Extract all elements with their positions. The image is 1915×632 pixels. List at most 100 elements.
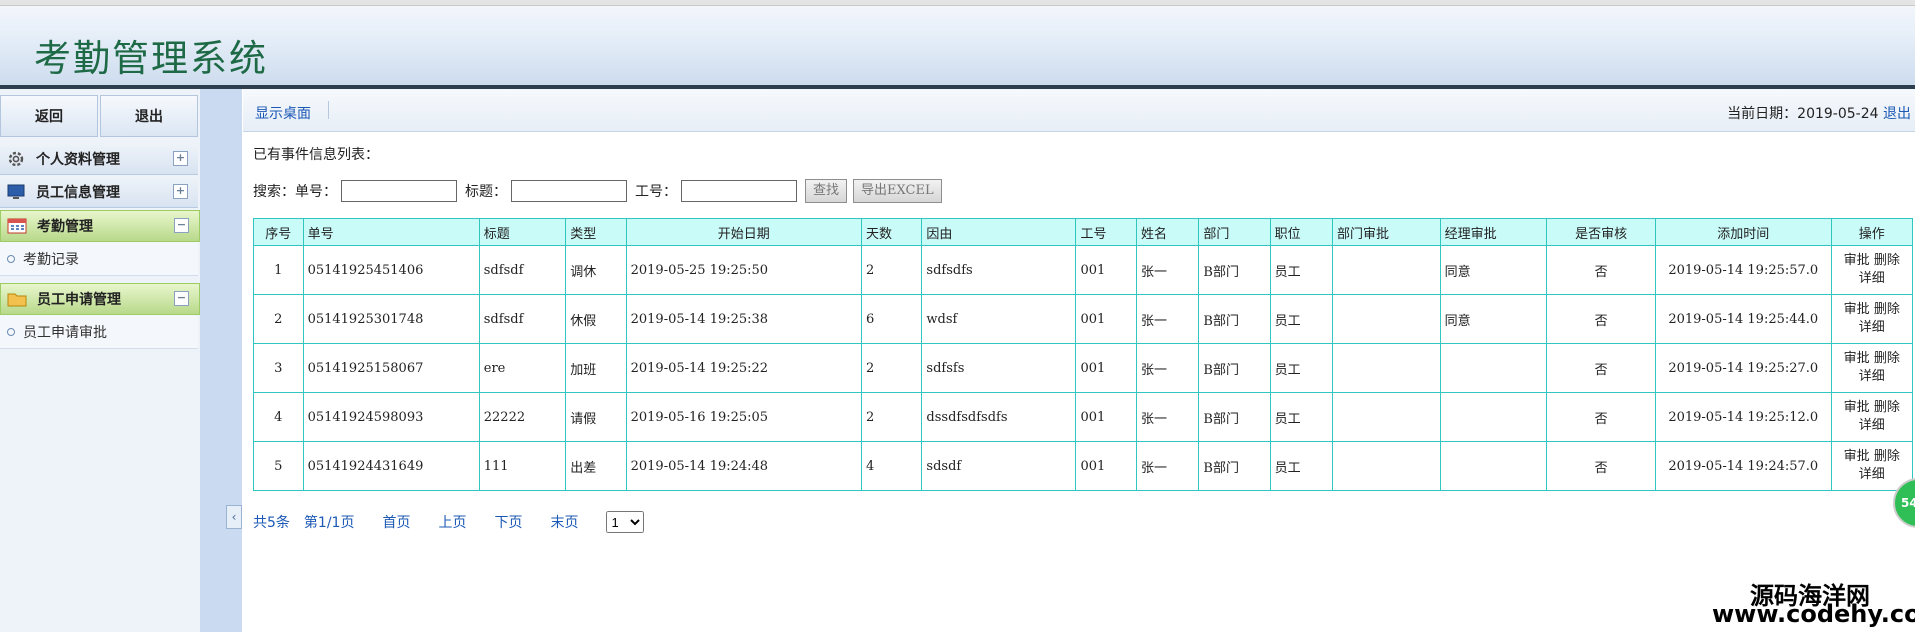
menu-personal-profile[interactable]: 个人资料管理 +	[0, 144, 198, 175]
events-table: 序号 单号 标题 类型 开始日期 天数 因由 工号 姓名 部门 职位 部门审批 …	[253, 218, 1914, 491]
subject-input[interactable]	[511, 180, 627, 202]
approve-link[interactable]: 审批	[1844, 302, 1870, 317]
calendar-icon	[7, 217, 29, 235]
sidebar-item-attendance-record[interactable]: 考勤记录	[0, 242, 198, 276]
menu-label: 员工申请管理	[37, 292, 121, 308]
cell-added-time: 2019-05-14 19:25:57.0	[1655, 245, 1832, 295]
employee-no-input[interactable]	[681, 180, 797, 202]
sidebar-item-apply-review[interactable]: 员工申请审批	[0, 315, 198, 349]
cell-type: 出差	[565, 441, 627, 491]
menu-employee-apply[interactable]: 员工申请管理 −	[0, 283, 200, 315]
table-row: 5 05141924431649 111 出差 2019-05-14 19:24…	[253, 441, 1914, 491]
detail-link[interactable]: 详细	[1859, 320, 1885, 335]
watermark-url: www.codehy.com	[1712, 600, 1915, 628]
approve-link[interactable]: 审批	[1844, 351, 1870, 366]
cell-name: 张一	[1136, 294, 1200, 344]
detail-link[interactable]: 详细	[1859, 369, 1885, 384]
cell-reviewed: 否	[1546, 294, 1657, 344]
cell-actions: 审批 删除详细	[1830, 392, 1914, 442]
delete-link[interactable]: 删除	[1874, 400, 1900, 415]
expand-icon[interactable]: +	[173, 151, 188, 166]
delete-link[interactable]: 删除	[1874, 302, 1900, 317]
delete-link[interactable]: 删除	[1874, 253, 1900, 268]
cell-added-time: 2019-05-14 19:25:12.0	[1655, 392, 1832, 442]
cell-actions: 审批 删除详细	[1830, 294, 1914, 344]
cell-seq: 3	[253, 343, 304, 393]
column-header: 因由	[921, 218, 1077, 246]
cell-position: 员工	[1269, 294, 1334, 344]
next-page-link[interactable]: 下页	[494, 512, 522, 532]
cell-position: 员工	[1269, 245, 1334, 295]
cell-start-date: 2019-05-14 19:24:48	[625, 441, 863, 491]
top-bar: 显示桌面 当前日期：2019-05-24 退出	[243, 89, 1915, 132]
column-header: 添加时间	[1655, 218, 1832, 246]
approve-link[interactable]: 审批	[1844, 400, 1870, 415]
cell-days: 2	[861, 343, 923, 393]
menu-label: 个人资料管理	[36, 152, 120, 168]
page-select[interactable]: 1	[606, 511, 645, 533]
show-desktop-link[interactable]: 显示桌面	[255, 103, 311, 123]
table-row: 3 05141925158067 ere 加班 2019-05-14 19:25…	[253, 343, 1914, 393]
back-button[interactable]: 返回	[0, 95, 98, 137]
cell-days: 4	[861, 441, 923, 491]
chevron-left-icon[interactable]: ‹	[226, 505, 242, 529]
table-header-row: 序号 单号 标题 类型 开始日期 天数 因由 工号 姓名 部门 职位 部门审批 …	[253, 218, 1914, 246]
cell-type: 休假	[565, 294, 627, 344]
date-label: 当前日期：	[1727, 106, 1798, 122]
cell-order-no: 05141924431649	[302, 441, 480, 491]
cell-dept-approval	[1332, 245, 1441, 295]
cell-subject: sdfsdf	[478, 294, 567, 344]
cell-reviewed: 否	[1546, 343, 1657, 393]
cell-manager-approval	[1439, 441, 1548, 491]
search-button[interactable]: 查找	[805, 179, 848, 203]
total-count: 共5条	[253, 515, 290, 531]
cell-dept-approval	[1332, 441, 1441, 491]
detail-link[interactable]: 详细	[1859, 467, 1885, 482]
gear-icon	[6, 150, 28, 168]
delete-link[interactable]: 删除	[1874, 351, 1900, 366]
cell-position: 员工	[1269, 392, 1334, 442]
logout-link[interactable]: 退出	[1883, 106, 1911, 122]
detail-link[interactable]: 详细	[1859, 271, 1885, 286]
cell-employee-no: 001	[1075, 343, 1138, 393]
order-no-label: 单号：	[295, 184, 337, 200]
cell-employee-no: 001	[1075, 294, 1138, 344]
cell-actions: 审批 删除详细	[1830, 245, 1914, 295]
last-page-link[interactable]: 末页	[550, 512, 578, 532]
cell-position: 员工	[1269, 343, 1334, 393]
cell-type: 请假	[565, 392, 627, 442]
list-title: 已有事件信息列表：	[253, 147, 379, 163]
export-excel-button[interactable]: 导出EXCEL	[853, 179, 942, 203]
cell-name: 张一	[1136, 441, 1200, 491]
first-page-link[interactable]: 首页	[382, 512, 410, 532]
cell-type: 调休	[565, 245, 627, 295]
collapse-icon[interactable]: −	[174, 291, 189, 306]
cell-reason: sdsdf	[921, 441, 1077, 491]
cell-start-date: 2019-05-25 19:25:50	[625, 245, 863, 295]
current-date: 当前日期：2019-05-24 退出	[1727, 103, 1911, 123]
cell-order-no: 05141925301748	[302, 294, 480, 344]
detail-link[interactable]: 详细	[1859, 418, 1885, 433]
sidebar-logout-button[interactable]: 退出	[100, 95, 198, 137]
browser-top-strip	[0, 0, 1915, 6]
menu-employee-info[interactable]: 员工信息管理 +	[0, 177, 198, 208]
cell-days: 6	[861, 294, 923, 344]
prev-page-link[interactable]: 上页	[438, 512, 466, 532]
cell-start-date: 2019-05-14 19:25:38	[625, 294, 863, 344]
cell-reviewed: 否	[1546, 245, 1657, 295]
cell-manager-approval	[1439, 343, 1548, 393]
delete-link[interactable]: 删除	[1874, 449, 1900, 464]
cell-dept-approval	[1332, 294, 1441, 344]
menu-attendance[interactable]: 考勤管理 −	[0, 210, 200, 242]
cell-days: 2	[861, 392, 923, 442]
bullet-icon	[7, 327, 15, 336]
approve-link[interactable]: 审批	[1844, 449, 1870, 464]
sidebar-top-buttons: 返回 退出	[0, 95, 198, 137]
cell-seq: 2	[253, 294, 304, 344]
folder-icon	[7, 290, 29, 308]
table-row: 1 05141925451406 sdfsdf 调休 2019-05-25 19…	[253, 245, 1914, 295]
approve-link[interactable]: 审批	[1844, 253, 1870, 268]
expand-icon[interactable]: +	[173, 184, 188, 199]
collapse-icon[interactable]: −	[174, 218, 189, 233]
order-no-input[interactable]	[341, 180, 457, 202]
